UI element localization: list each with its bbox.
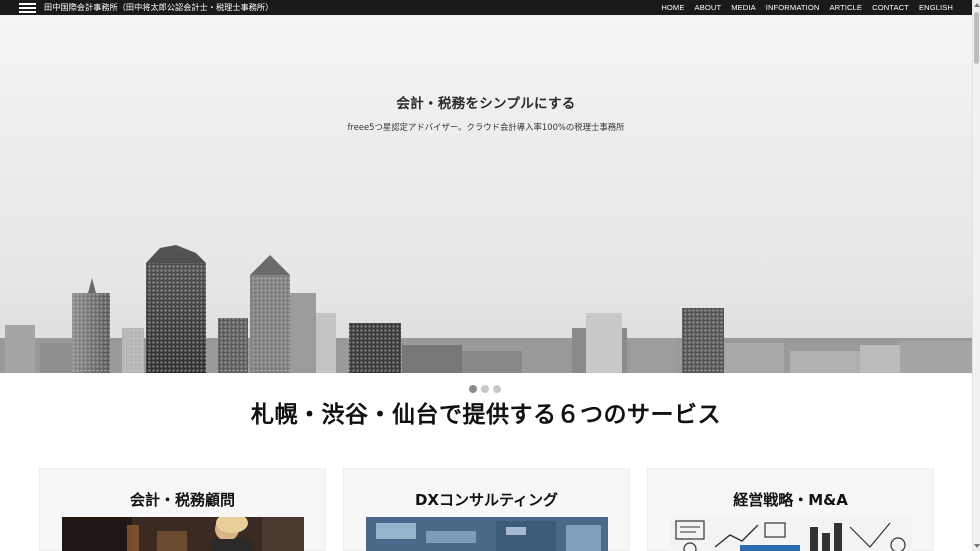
- nav-media[interactable]: MEDIA: [731, 0, 756, 15]
- service-card-accounting[interactable]: 会計・税務顧問: [39, 468, 326, 551]
- nav-contact[interactable]: CONTACT: [872, 0, 909, 15]
- service-card-title: 経営戦略・M&A: [733, 491, 848, 509]
- nav-about[interactable]: ABOUT: [695, 0, 722, 15]
- top-bar: 田中国際会計事務所（田中将太郎公認会計士・税理士事務所） HOME ABOUT …: [0, 0, 972, 15]
- service-card-title: DXコンサルティング: [414, 491, 559, 509]
- city-skyline-image: [0, 245, 972, 373]
- service-card-title: 会計・税務顧問: [129, 491, 235, 509]
- service-card-strategy[interactable]: 経営戦略・M&A: [647, 468, 934, 551]
- nav-english[interactable]: ENGLISH: [919, 0, 953, 15]
- hero-slider: 会計・税務をシンプルにする freee5つ星認定アドバイザー。クラウド会計導入率…: [0, 15, 972, 373]
- accounting-photo-image: [62, 517, 304, 551]
- scroll-up-arrow-icon[interactable]: [974, 3, 980, 7]
- dx-consulting-photo-image: [366, 517, 608, 551]
- slider-dot-2[interactable]: [481, 385, 489, 393]
- nav-home[interactable]: HOME: [661, 0, 684, 15]
- hero-subtitle: freee5つ星認定アドバイザー。クラウド会計導入率100%の税理士事務所: [347, 122, 625, 132]
- site-title[interactable]: 田中国際会計事務所（田中将太郎公認会計士・税理士事務所）: [44, 1, 273, 14]
- slider-dot-1[interactable]: [469, 385, 477, 393]
- hero-title: 会計・税務をシンプルにする: [396, 96, 576, 112]
- page-scrollbar[interactable]: [972, 0, 980, 551]
- menu-icon[interactable]: [19, 2, 36, 13]
- slider-pagination: [469, 385, 501, 393]
- scroll-down-arrow-icon[interactable]: [974, 544, 980, 548]
- services-heading: 札幌・渋谷・仙台で提供する６つのサービス: [251, 402, 721, 428]
- nav-article[interactable]: ARTICLE: [829, 0, 862, 15]
- nav-information[interactable]: INFORMATION: [766, 0, 820, 15]
- service-card-dx[interactable]: DXコンサルティング: [343, 468, 630, 551]
- scroll-thumb[interactable]: [974, 12, 979, 64]
- strategy-sketch-image: [670, 517, 912, 551]
- slider-dot-3[interactable]: [493, 385, 501, 393]
- main-nav: HOME ABOUT MEDIA INFORMATION ARTICLE CON…: [651, 0, 953, 15]
